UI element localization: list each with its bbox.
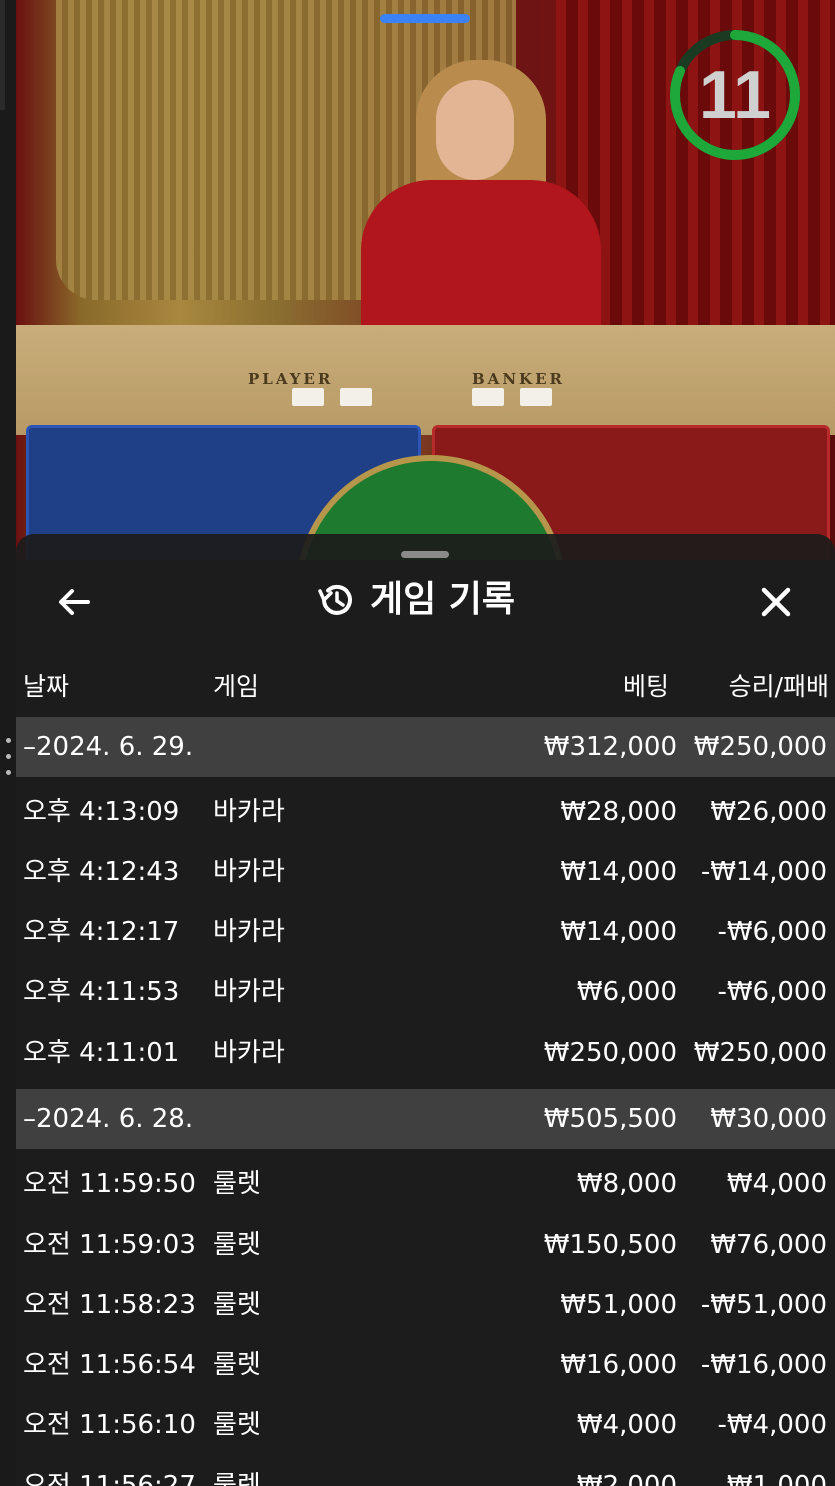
row-game: 룰렛 [213, 1471, 261, 1486]
panel-title-group: 게임 기록 [316, 574, 556, 626]
history-row[interactable]: 오전 11:59:03 룰렛 ₩150,500 ₩76,000 [16, 1215, 835, 1275]
row-game: 바카라 [213, 797, 285, 827]
history-row[interactable]: 오전 11:56:27 룰렛 ₩2,000 ₩1,000 [16, 1456, 835, 1486]
row-result: ₩250,000 [693, 1038, 827, 1068]
history-row[interactable]: 오후 4:12:43 바카라 ₩14,000 -₩14,000 [16, 842, 835, 902]
row-game: 바카라 [213, 1038, 285, 1068]
row-time: 오후 4:11:01 [23, 1038, 180, 1068]
row-time: –2024. 6. 29. [23, 732, 194, 762]
countdown-value: 11 [699, 57, 771, 133]
row-game: 룰렛 [213, 1169, 261, 1199]
row-game: 바카라 [213, 857, 285, 887]
panel-header: 게임 기록 [16, 574, 835, 626]
side-dots [6, 738, 12, 786]
row-game: 바카라 [213, 917, 285, 947]
player-card [340, 388, 372, 406]
history-row[interactable]: 오전 11:56:10 룰렛 ₩4,000 -₩4,000 [16, 1395, 835, 1455]
history-row[interactable]: 오후 4:11:53 바카라 ₩6,000 -₩6,000 [16, 962, 835, 1022]
dealer-face [436, 80, 514, 180]
arrow-left-icon[interactable] [54, 582, 94, 622]
row-game: 룰렛 [213, 1290, 261, 1320]
history-icon [318, 584, 352, 615]
row-time: 오전 11:56:54 [23, 1350, 196, 1380]
row-bet: ₩4,000 [576, 1410, 677, 1440]
row-bet: ₩150,500 [543, 1230, 677, 1260]
row-bet: ₩51,000 [560, 1290, 677, 1320]
row-result: -₩51,000 [700, 1290, 827, 1320]
row-result: ₩4,000 [726, 1169, 827, 1199]
row-result: -₩6,000 [717, 917, 827, 947]
column-header-date: 날짜 [23, 672, 70, 701]
row-result: ₩30,000 [710, 1104, 827, 1134]
row-bet: ₩14,000 [560, 857, 677, 887]
history-row[interactable]: 오전 11:56:54 룰렛 ₩16,000 -₩16,000 [16, 1335, 835, 1395]
row-time: 오전 11:59:50 [23, 1169, 196, 1199]
row-bet: ₩312,000 [543, 732, 677, 762]
row-result: ₩1,000 [726, 1471, 827, 1486]
row-game: 룰렛 [213, 1230, 261, 1260]
player-table-label: PLAYER [248, 370, 334, 388]
game-history-panel: 게임 기록 날짜 게임 베팅 승리/패배 –2024. 6. 29. ₩312,0… [16, 534, 835, 1486]
row-result: ₩76,000 [710, 1230, 827, 1260]
row-bet: ₩2,000 [576, 1471, 677, 1486]
close-icon[interactable] [756, 582, 796, 622]
row-bet: ₩6,000 [576, 977, 677, 1007]
date-group-row: –2024. 6. 28. ₩505,500 ₩30,000 [16, 1089, 835, 1149]
drag-handle[interactable] [401, 551, 449, 558]
history-row[interactable]: 오전 11:58:23 룰렛 ₩51,000 -₩51,000 [16, 1275, 835, 1335]
row-game: 룰렛 [213, 1350, 261, 1380]
history-row[interactable]: 오전 11:59:50 룰렛 ₩8,000 ₩4,000 [16, 1154, 835, 1214]
row-time: 오후 4:12:43 [23, 857, 180, 887]
row-result: -₩14,000 [700, 857, 827, 887]
row-time: 오후 4:13:09 [23, 797, 180, 827]
panel-title: 게임 기록 [370, 579, 516, 620]
history-row[interactable]: 오후 4:11:01 바카라 ₩250,000 ₩250,000 [16, 1023, 835, 1083]
row-bet: ₩14,000 [560, 917, 677, 947]
top-indicator [380, 14, 470, 23]
row-time: 오후 4:12:17 [23, 917, 180, 947]
baccarat-table [16, 325, 835, 435]
row-game: 바카라 [213, 977, 285, 1007]
player-card [292, 388, 324, 406]
banker-table-label: BANKER [472, 370, 565, 388]
row-time: 오후 4:11:53 [23, 977, 180, 1007]
row-result: ₩250,000 [693, 732, 827, 762]
row-game: 룰렛 [213, 1410, 261, 1440]
row-result: ₩26,000 [710, 797, 827, 827]
row-result: -₩6,000 [717, 977, 827, 1007]
row-bet: ₩250,000 [543, 1038, 677, 1068]
row-time: 오전 11:56:10 [23, 1410, 196, 1440]
banker-card [520, 388, 552, 406]
row-bet: ₩28,000 [560, 797, 677, 827]
banker-card [472, 388, 504, 406]
row-result: -₩16,000 [700, 1350, 827, 1380]
column-header-bet: 베팅 [622, 672, 669, 701]
edge-shade [0, 0, 5, 110]
row-bet: ₩505,500 [543, 1104, 677, 1134]
row-bet: ₩8,000 [576, 1169, 677, 1199]
column-header-game: 게임 [213, 672, 260, 701]
row-time: 오전 11:56:27 [23, 1471, 196, 1486]
row-bet: ₩16,000 [560, 1350, 677, 1380]
history-row[interactable]: 오후 4:12:17 바카라 ₩14,000 -₩6,000 [16, 902, 835, 962]
row-time: –2024. 6. 28. [23, 1104, 194, 1134]
row-result: -₩4,000 [717, 1410, 827, 1440]
row-time: 오전 11:58:23 [23, 1290, 196, 1320]
history-row[interactable]: 오후 4:13:09 바카라 ₩28,000 ₩26,000 [16, 782, 835, 842]
date-group-row: –2024. 6. 29. ₩312,000 ₩250,000 [16, 717, 835, 777]
column-header-result: 승리/패배 [728, 672, 829, 701]
row-time: 오전 11:59:03 [23, 1230, 196, 1260]
